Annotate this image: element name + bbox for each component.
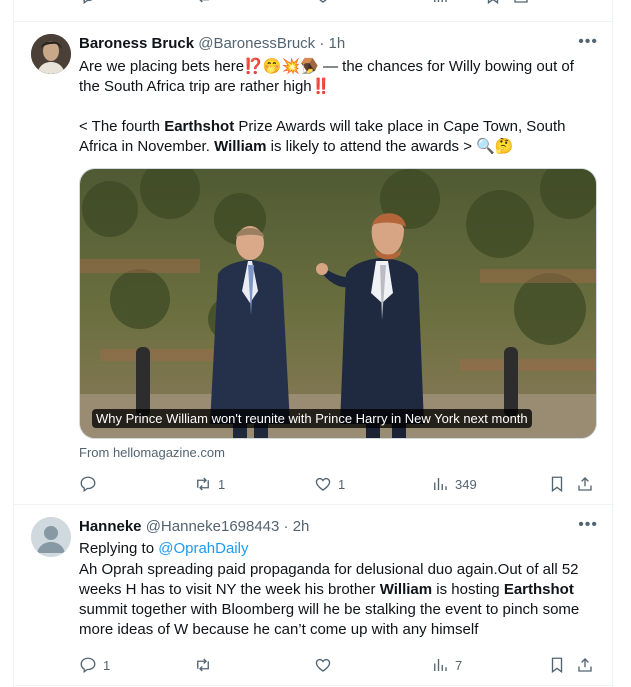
- avatar[interactable]: [31, 517, 71, 557]
- bookmark-icon: [487, 0, 499, 5]
- quoted-text: < The fourth Earthshot Prize Awards will…: [79, 117, 598, 157]
- views-button[interactable]: 7: [431, 655, 462, 675]
- tweet[interactable]: Baroness Bruck @BaronessBruck · 1h ••• A…: [14, 22, 614, 505]
- like-icon: [319, 0, 327, 3]
- reply-icon: [80, 476, 96, 493]
- reply-icon: [80, 657, 96, 674]
- dot-separator: ·: [319, 35, 325, 52]
- bookmark-button[interactable]: [548, 474, 566, 494]
- tweet-header: Baroness Bruck @BaronessBruck · 1h •••: [79, 32, 598, 54]
- like-button[interactable]: [314, 655, 338, 675]
- views-count: 20: [455, 0, 473, 5]
- reply-button[interactable]: [79, 474, 103, 494]
- replying-to-handle[interactable]: @OprahDaily: [158, 540, 248, 557]
- tweet-text: Are we placing bets here⁉️🤭💥🪤 — the chan…: [79, 57, 598, 97]
- more-icon[interactable]: •••: [578, 32, 598, 52]
- tweet-actions: 1 7: [79, 655, 601, 675]
- like-icon: [315, 658, 331, 672]
- timestamp[interactable]: 2h: [293, 518, 310, 535]
- views-icon: [434, 0, 447, 2]
- tweet-actions: 1 1 349: [79, 474, 601, 494]
- share-button[interactable]: [576, 655, 594, 675]
- highlight: Earthshot: [503, 581, 574, 598]
- bookmark-button[interactable]: [484, 0, 502, 6]
- retweet-icon: [197, 477, 209, 491]
- like-icon: [315, 477, 331, 491]
- tweet-text-part: is hosting: [432, 581, 504, 598]
- media-caption: Why Prince William won't reunite with Pr…: [92, 409, 532, 428]
- highlight: Earthshot: [164, 118, 235, 135]
- bookmark-icon: [551, 657, 563, 674]
- views-count: 7: [455, 657, 463, 673]
- share-button[interactable]: [576, 474, 594, 494]
- previous-tweet-actions: 20: [14, 0, 614, 8]
- like-count: 1: [338, 476, 346, 492]
- views-icon: [434, 478, 447, 490]
- tweet-text-part: Prize Awards will take place in Cape Tow…: [234, 118, 566, 135]
- bookmark-icon: [551, 476, 563, 493]
- views-icon: [434, 659, 447, 671]
- tweet-text-part: — the chances for Willy bowing out of: [318, 58, 574, 75]
- tweet-text-part: Are we placing bets here: [79, 58, 245, 75]
- display-name[interactable]: Baroness Bruck: [79, 35, 194, 52]
- emoji: 🔍🤔: [476, 138, 514, 155]
- timeline: 20 Baroness Bruck @BaronessBruck · 1h: [13, 0, 614, 687]
- retweet-icon: [197, 658, 209, 672]
- reply-icon: [82, 0, 93, 5]
- tweet-text-part: is likely to attend the awards >: [266, 138, 477, 155]
- like-button[interactable]: 1: [314, 474, 345, 494]
- default-avatar-icon: [31, 517, 71, 557]
- timestamp[interactable]: 1h: [329, 35, 346, 52]
- tweet-text-part: summit together with Bloomberg will he b…: [79, 601, 580, 638]
- highlight: William: [214, 138, 267, 155]
- link-source[interactable]: From hellomagazine.com: [79, 445, 225, 460]
- highlight: William: [379, 581, 433, 598]
- link-card-image[interactable]: Why Prince William won't reunite with Pr…: [79, 168, 597, 439]
- dot-separator: ·: [283, 518, 289, 535]
- views-button[interactable]: 349: [431, 474, 477, 494]
- bookmark-button[interactable]: [548, 655, 566, 675]
- divider: [14, 685, 614, 686]
- tweet-text-part: the South Africa trip are rather high: [79, 78, 312, 95]
- share-icon: [578, 658, 592, 672]
- tweet[interactable]: Hanneke @Hanneke1698443 · 2h ••• Replyin…: [14, 505, 614, 687]
- retweet-button[interactable]: [194, 655, 218, 675]
- replying-to-label: Replying to: [79, 540, 159, 557]
- tweet-header: Hanneke @Hanneke1698443 · 2h •••: [79, 515, 598, 537]
- share-icon: [514, 0, 528, 3]
- retweet-button[interactable]: 1: [194, 474, 225, 494]
- reply-button[interactable]: [79, 0, 97, 6]
- retweet-button[interactable]: [194, 0, 212, 6]
- retweet-icon: [199, 0, 209, 3]
- views-button[interactable]: 20: [431, 0, 473, 6]
- tweet-text-part: Africa in November.: [79, 138, 215, 155]
- avatar[interactable]: [31, 34, 71, 74]
- emoji: ⁉️🤭💥🪤: [244, 58, 319, 75]
- retweet-count: 1: [218, 476, 226, 492]
- like-button[interactable]: [314, 0, 332, 6]
- more-icon[interactable]: •••: [578, 515, 598, 535]
- share-button[interactable]: [512, 0, 530, 6]
- tweet-text: Ah Oprah spreading paid propaganda for d…: [79, 560, 599, 640]
- views-count: 349: [455, 476, 477, 492]
- tweet-text-part: < The fourth: [79, 118, 165, 135]
- reply-button[interactable]: 1: [79, 655, 110, 675]
- reply-count: 1: [103, 657, 111, 673]
- share-icon: [578, 477, 592, 491]
- replying-to: Replying to @OprahDaily: [79, 539, 598, 559]
- handle[interactable]: @Hanneke1698443: [146, 518, 280, 535]
- display-name[interactable]: Hanneke: [79, 518, 142, 535]
- handle[interactable]: @BaronessBruck: [198, 35, 315, 52]
- emoji: ‼️: [311, 78, 331, 95]
